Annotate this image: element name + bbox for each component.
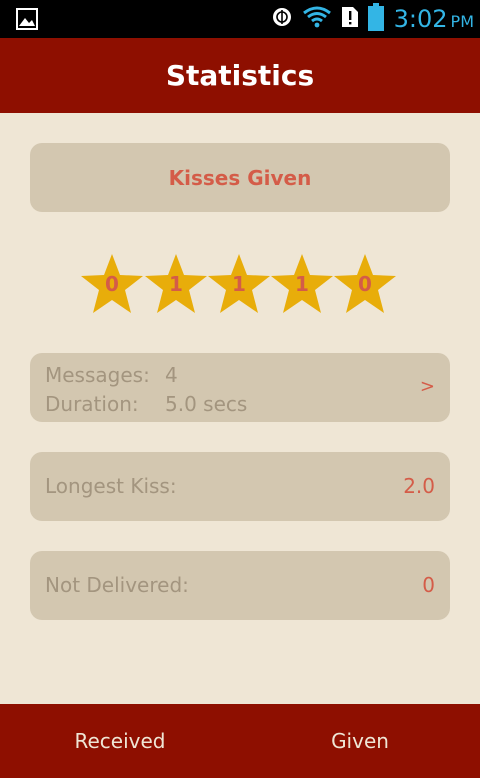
battery-icon xyxy=(367,3,384,35)
page-title: Statistics xyxy=(165,59,315,92)
star-value: 1 xyxy=(169,272,183,296)
star-2: 1 xyxy=(144,252,208,316)
app-bar: Statistics xyxy=(0,38,480,113)
star-5: 0 xyxy=(333,252,397,316)
star-3: 1 xyxy=(207,252,271,316)
clock-ampm: PM xyxy=(450,12,474,31)
wifi-icon xyxy=(302,6,332,32)
longest-kiss-label: Longest Kiss: xyxy=(45,474,177,498)
tab-given-label: Given xyxy=(331,729,389,753)
gallery-icon xyxy=(16,8,38,34)
summary-card[interactable]: Messages: 4 Duration: 5.0 secs > xyxy=(30,353,450,422)
duration-label: Duration: xyxy=(45,392,139,416)
bottom-nav: Received Given xyxy=(0,704,480,778)
star-value: 0 xyxy=(358,272,372,296)
messages-value: 4 xyxy=(165,363,178,387)
duration-value: 5.0 secs xyxy=(165,392,248,416)
longest-kiss-row: Longest Kiss: 2.0 xyxy=(30,452,450,521)
star-value: 1 xyxy=(295,272,309,296)
clock: 3:02 PM xyxy=(394,5,474,33)
star-1: 0 xyxy=(80,252,144,316)
chevron-right-icon[interactable]: > xyxy=(420,376,435,397)
not-delivered-value: 0 xyxy=(422,573,435,597)
tab-given[interactable]: Given xyxy=(240,704,480,778)
messages-label: Messages: xyxy=(45,363,150,387)
sync-icon xyxy=(272,7,292,31)
star-value: 1 xyxy=(232,272,246,296)
alert-icon xyxy=(341,7,358,31)
star-4: 1 xyxy=(270,252,334,316)
tab-received[interactable]: Received xyxy=(0,704,240,778)
tab-received-label: Received xyxy=(74,729,166,753)
longest-kiss-value: 2.0 xyxy=(403,474,435,498)
clock-time: 3:02 xyxy=(393,5,448,33)
status-bar: 3:02 PM xyxy=(0,0,480,38)
section-title: Kisses Given xyxy=(168,165,312,190)
section-header: Kisses Given xyxy=(30,143,450,212)
not-delivered-row: Not Delivered: 0 xyxy=(30,551,450,620)
star-value: 0 xyxy=(105,272,119,296)
not-delivered-label: Not Delivered: xyxy=(45,573,189,597)
star-rating: 0 1 1 1 0 xyxy=(80,252,400,316)
